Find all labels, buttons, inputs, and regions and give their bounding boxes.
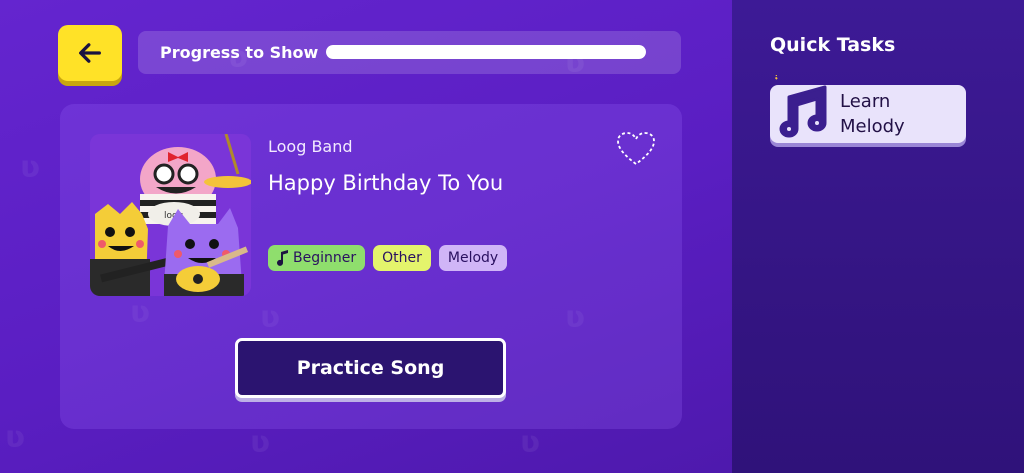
back-button[interactable]: [58, 25, 122, 81]
quick-task-label: Learn Melody: [840, 91, 905, 137]
pattern-mark: ʋ: [520, 425, 541, 460]
side-panel: [732, 0, 1024, 473]
pattern-mark: ʋ: [250, 425, 271, 460]
favorite-heart-icon[interactable]: [616, 131, 656, 167]
arrow-left-icon: [79, 43, 101, 63]
song-tags: Beginner Other Melody: [268, 245, 508, 271]
album-art: loog: [90, 134, 251, 296]
quick-task-learn-melody[interactable]: Learn Melody: [770, 75, 966, 143]
tag-beginner: Beginner: [268, 245, 366, 271]
music-note-icon: [774, 75, 827, 138]
progress-label: Progress to Show: [160, 43, 319, 62]
pattern-mark: ʋ: [5, 420, 26, 455]
progress-bar: [326, 45, 646, 59]
tag-label: Other: [382, 250, 422, 266]
quick-tasks-title: Quick Tasks: [770, 34, 896, 56]
tag-label: Melody: [447, 250, 499, 266]
practice-song-button[interactable]: Practice Song: [235, 338, 506, 398]
progress-fill: [326, 45, 646, 59]
music-note-icon: [277, 250, 288, 266]
song-card: loog Loog Band Happy Birthday To You Beg…: [60, 104, 682, 429]
pattern-mark: ʋ: [20, 150, 41, 185]
tag-melody: Melody: [438, 245, 508, 271]
tag-label: Beginner: [293, 250, 357, 266]
tag-other: Other: [373, 245, 431, 271]
progress-to-show: Progress to Show: [138, 31, 681, 74]
song-title: Happy Birthday To You: [268, 171, 504, 195]
artist-name: Loog Band: [268, 137, 353, 156]
